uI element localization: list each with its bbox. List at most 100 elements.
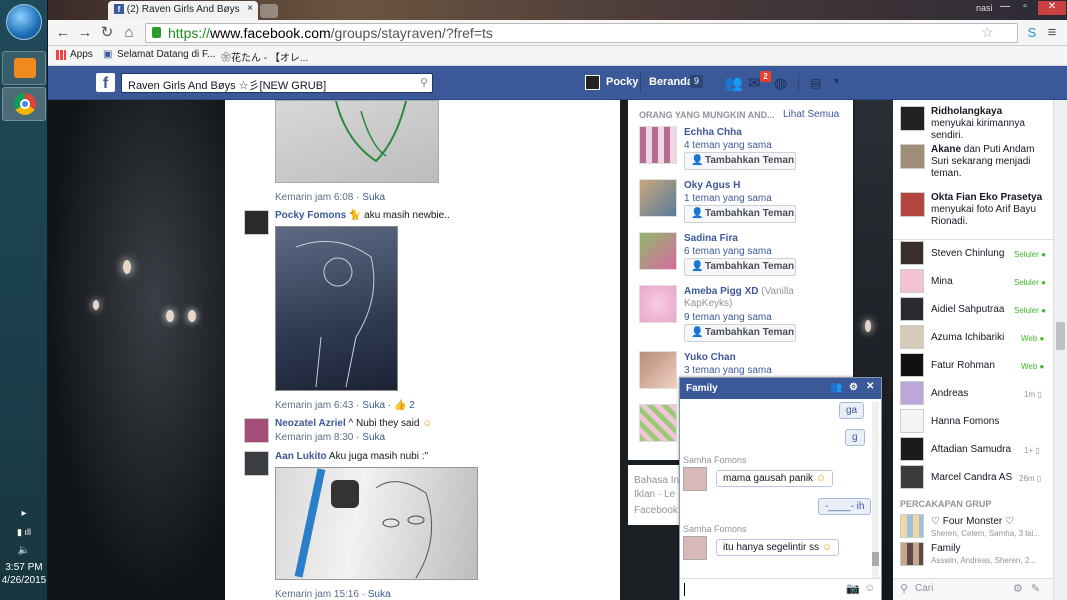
ticker-avatar[interactable]	[900, 144, 925, 169]
contact-name[interactable]: Steven Chinlung	[931, 248, 1004, 259]
ticker-item[interactable]: Ridholangkaya menyukai kirimannya sendir…	[931, 106, 1046, 142]
tray-arrow-icon[interactable]: ▸	[0, 508, 48, 519]
restore-button[interactable]: ▫	[1016, 1, 1034, 15]
bookmark-hanatan[interactable]: ❀花たん - 【オレ...	[221, 49, 308, 64]
suggestion-name[interactable]: Oky Agus H	[684, 180, 740, 191]
like-link[interactable]: Suka	[362, 432, 385, 443]
see-all-link[interactable]: Lihat Semua	[783, 109, 839, 120]
contact-name[interactable]: Hanna Fomons	[931, 416, 999, 427]
clock-time[interactable]: 3:57 PM	[0, 562, 48, 573]
chat-sender-avatar[interactable]	[683, 536, 707, 560]
suggestion-photo[interactable]	[639, 285, 677, 323]
profile-avatar[interactable]	[585, 75, 600, 90]
comment-image-anime-sketch[interactable]	[275, 226, 398, 391]
bookmark-star-icon[interactable]: ☆	[981, 24, 994, 41]
comment-time[interactable]: Kemarin jam 6:43	[275, 400, 353, 411]
comment-author[interactable]: Pocky Fomons	[275, 210, 346, 221]
forward-arrow-icon[interactable]: →	[76, 24, 94, 42]
suggestion-photo[interactable]	[639, 232, 677, 270]
facebook-search-input[interactable]: Raven Girls And Bøys ☆彡[NEW GRUB] ⚲	[121, 73, 433, 93]
friend-requests-icon[interactable]: 👥	[724, 74, 743, 92]
like-count[interactable]: 2	[409, 400, 415, 411]
profile-name-link[interactable]: Pocky	[606, 76, 638, 88]
like-link[interactable]: Suka	[362, 192, 385, 203]
comment-time[interactable]: Kemarin jam 8:30	[275, 432, 353, 443]
add-friend-button[interactable]: 👤 Tambahkan Teman	[684, 258, 796, 276]
ticker-avatar[interactable]	[900, 192, 925, 217]
comment-author[interactable]: Aan Lukito	[275, 451, 327, 462]
thumbs-up-icon[interactable]: 👍	[394, 400, 406, 411]
group-name[interactable]: ♡ Four Monster ♡	[931, 516, 1014, 527]
contact-name[interactable]: Andreas	[931, 388, 968, 399]
contact-name[interactable]: Fatur Rohman	[931, 360, 995, 371]
mutual-friends[interactable]: 4 teman yang sama	[684, 140, 772, 151]
chat-options-gear-icon[interactable]: ⚙	[849, 382, 858, 393]
account-menu-chevron-icon[interactable]: ▾	[834, 76, 839, 87]
commenter-avatar[interactable]	[244, 451, 269, 476]
reload-icon[interactable]: ↻	[98, 24, 116, 42]
mutual-friends[interactable]: 6 teman yang sama	[684, 246, 772, 257]
tab-close-icon[interactable]: ×	[247, 3, 253, 14]
privacy-shortcuts-icon[interactable]: ▤	[810, 76, 821, 90]
footer-language[interactable]: Bahasa In	[634, 475, 679, 486]
chat-settings-icon[interactable]: ⚙	[1013, 582, 1023, 595]
facebook-logo[interactable]: f	[96, 73, 115, 92]
messages-icon[interactable]: ✉	[748, 74, 761, 92]
contact-name[interactable]: Azuma Ichibariki	[931, 332, 1004, 343]
chat-search-bar[interactable]: ⚲ Cari ⚙ ✎	[893, 578, 1053, 600]
ticker-avatar[interactable]	[900, 106, 925, 131]
group-name[interactable]: Family	[931, 543, 960, 554]
volume-icon[interactable]: 🔈	[0, 545, 48, 556]
camera-icon[interactable]: 📷	[846, 582, 860, 595]
chat-sender-avatar[interactable]	[683, 467, 707, 491]
start-button[interactable]	[6, 4, 42, 40]
contact-name[interactable]: Marcel Candra AS	[931, 472, 1012, 483]
comment-image-pencil-drawing[interactable]	[275, 467, 478, 580]
chat-scrollbar[interactable]	[872, 402, 879, 578]
contact-name[interactable]: Aftadian Samudra	[931, 444, 1011, 455]
search-icon[interactable]: ⚲	[420, 76, 428, 89]
chat-window-header[interactable]: Family 👥 ⚙ ✕	[680, 378, 881, 399]
chat-window-title[interactable]: Family	[686, 383, 718, 394]
home-link[interactable]: Beranda	[649, 76, 693, 88]
footer-links[interactable]: Iklan · Le	[634, 489, 675, 500]
suggestion-photo[interactable]	[639, 179, 677, 217]
battery-signal-icon[interactable]: ▮ ıll	[0, 527, 48, 538]
ticker-item[interactable]: Okta Fian Eko Prasetya menyukai foto Ari…	[931, 192, 1046, 228]
comment-time[interactable]: Kemarin jam 15:16	[275, 589, 359, 600]
close-chat-icon[interactable]: ✕	[866, 381, 874, 392]
bookmark-facebook[interactable]: Selamat Datang di F...	[117, 49, 215, 60]
like-link[interactable]: Suka	[362, 400, 385, 411]
like-link[interactable]: Suka	[368, 589, 391, 600]
suggestion-name[interactable]: Echha Chha	[684, 127, 742, 138]
scrollbar-thumb[interactable]	[1056, 322, 1065, 350]
profile-name[interactable]: nasi	[976, 3, 993, 13]
comment-image-drawing[interactable]	[275, 100, 439, 183]
menu-icon[interactable]: ≡	[1043, 24, 1061, 42]
contact-name[interactable]: Mina	[931, 276, 953, 287]
new-tab-button[interactable]	[260, 4, 278, 18]
suggestion-photo[interactable]	[639, 404, 677, 442]
commenter-avatar[interactable]	[244, 210, 269, 235]
minimize-button[interactable]: —	[996, 1, 1014, 15]
back-arrow-icon[interactable]: ←	[54, 24, 72, 42]
new-message-icon[interactable]: ✎	[1031, 582, 1040, 595]
suggestion-name[interactable]: Yuko Chan	[684, 352, 736, 363]
add-people-icon[interactable]: 👥	[830, 382, 842, 393]
contact-name[interactable]: Aidiel Sahputraa	[931, 304, 1004, 315]
close-window-button[interactable]: ✕	[1038, 1, 1066, 15]
suggestion-name[interactable]: Ameba Pigg XD	[684, 286, 758, 297]
page-scrollbar[interactable]	[1053, 100, 1067, 600]
suggestion-name[interactable]: Sadina Fira	[684, 233, 738, 244]
home-icon[interactable]: ⌂	[120, 24, 138, 42]
suggestion-photo[interactable]	[639, 351, 677, 389]
chrome-taskbar-button[interactable]	[2, 87, 46, 121]
address-bar[interactable]: https://www.facebook.com/groups/stayrave…	[145, 23, 1018, 43]
add-friend-button[interactable]: 👤 Tambahkan Teman	[684, 324, 796, 342]
mutual-friends[interactable]: 9 teman yang sama	[684, 312, 772, 323]
suggestion-photo[interactable]	[639, 126, 677, 164]
add-friend-button[interactable]: 👤 Tambahkan Teman	[684, 205, 796, 223]
bookmark-apps[interactable]: Apps	[70, 49, 93, 60]
skype-extension-icon[interactable]: S	[1023, 24, 1041, 42]
comment-author[interactable]: Neozatel Azriel	[275, 418, 346, 429]
